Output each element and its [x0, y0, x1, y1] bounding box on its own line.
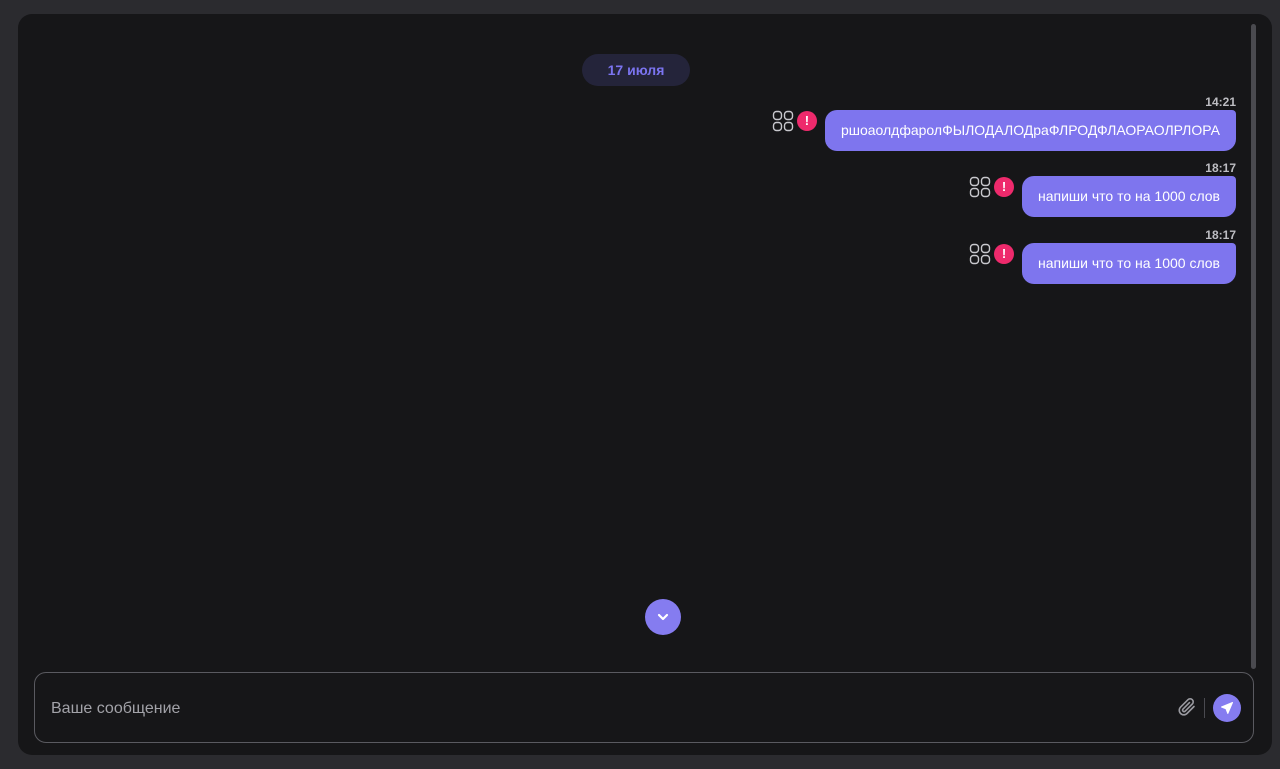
chat-panel: 17 июля 14:21 ! ршоаолдфаролФЫЛОДАЛОДраФ…	[18, 14, 1272, 755]
message-bubble[interactable]: напиши что то на 1000 слов	[1021, 243, 1236, 284]
scroll-down-button[interactable]	[645, 599, 681, 635]
paperclip-icon[interactable]	[1175, 695, 1199, 719]
message-row: 14:21 ! ршоаолдфаролФЫЛОДАЛОДраФЛРОДФЛАО…	[716, 95, 1236, 153]
grid-icon[interactable]	[969, 243, 991, 265]
message-bubble[interactable]: ршоаолдфаролФЫЛОДАЛОДраФЛРОДФЛАОРАОЛРЛОР…	[824, 110, 1236, 151]
message-composer	[34, 672, 1254, 743]
date-separator: 17 июля	[582, 54, 690, 86]
error-icon[interactable]: !	[993, 244, 1014, 264]
chevron-down-icon	[657, 613, 669, 621]
messages-scrollbar[interactable]	[1251, 24, 1256, 669]
error-icon[interactable]: !	[796, 111, 817, 131]
grid-icon[interactable]	[969, 176, 991, 198]
send-button[interactable]	[1213, 694, 1241, 722]
send-icon	[1221, 702, 1233, 714]
composer-divider	[1204, 698, 1205, 718]
message-row: 18:17 ! напиши что то на 1000 слов	[936, 161, 1236, 219]
grid-icon[interactable]	[772, 110, 794, 132]
message-time: 18:17	[1205, 228, 1236, 242]
error-icon[interactable]: !	[993, 177, 1014, 197]
message-time: 18:17	[1205, 161, 1236, 175]
message-bubble[interactable]: напиши что то на 1000 слов	[1021, 176, 1236, 217]
message-input[interactable]	[49, 693, 1153, 725]
message-row: 18:17 ! напиши что то на 1000 слов	[936, 228, 1236, 286]
message-time: 14:21	[1205, 95, 1236, 109]
